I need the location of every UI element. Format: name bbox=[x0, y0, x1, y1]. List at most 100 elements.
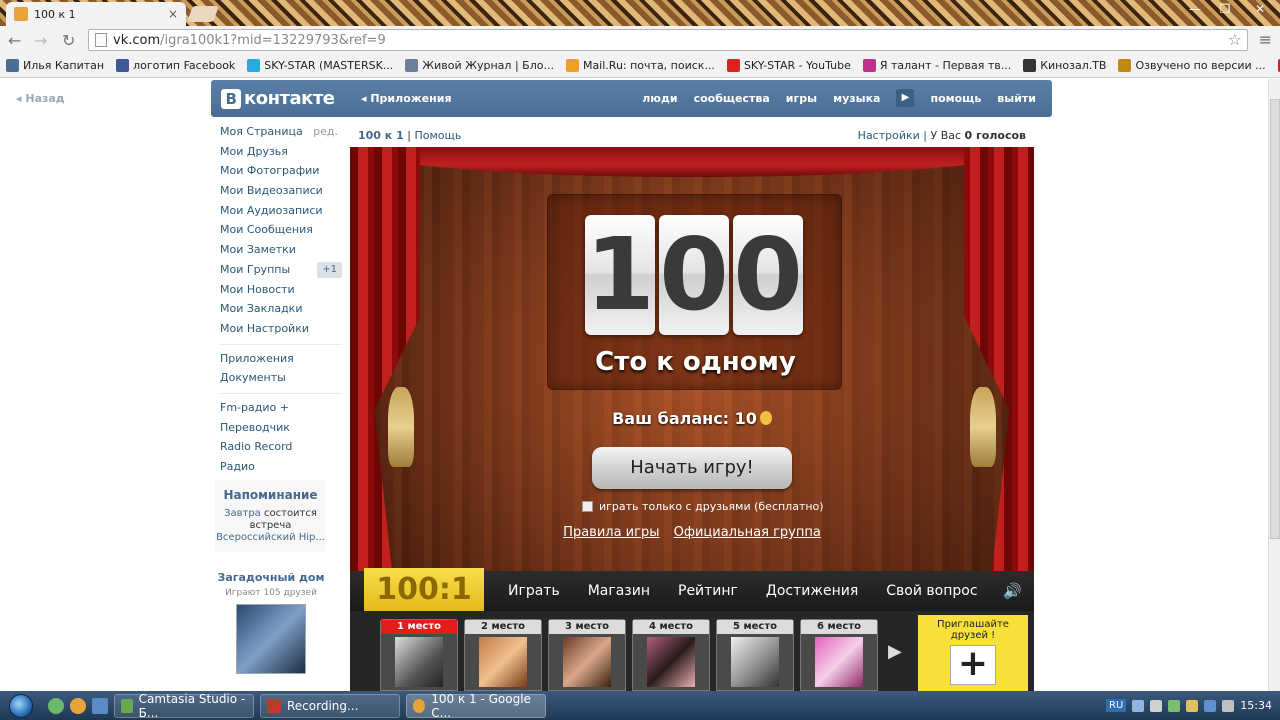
invite-friends[interactable]: Приглашайте друзей ! + bbox=[918, 615, 1028, 691]
start-game-button[interactable]: Начать игру! bbox=[592, 447, 792, 489]
nav-help[interactable]: помощь bbox=[930, 92, 981, 107]
leader-place[interactable]: 6 место bbox=[800, 619, 878, 691]
menu-videos[interactable]: Мои Видеозаписи bbox=[220, 183, 342, 203]
official-group-link[interactable]: Официальная группа bbox=[674, 525, 821, 540]
task-recording[interactable]: Recording... bbox=[260, 693, 400, 718]
bookmark-item[interactable]: логотип Facebook bbox=[116, 59, 235, 72]
rules-link[interactable]: Правила игры bbox=[563, 525, 659, 540]
desktop-icon[interactable] bbox=[92, 697, 108, 714]
menu-audio[interactable]: Мои Аудиозаписи bbox=[220, 203, 342, 223]
game-tab-own-question[interactable]: Свой вопрос bbox=[872, 583, 991, 599]
menu-wrench-icon[interactable]: ≡ bbox=[1259, 30, 1272, 49]
game-brand[interactable]: 100:1 bbox=[364, 568, 484, 612]
settings-link[interactable]: Настройки bbox=[858, 129, 920, 142]
menu-messages[interactable]: Мои Сообщения bbox=[220, 222, 342, 242]
tray-icon[interactable] bbox=[1150, 699, 1163, 712]
volume-icon[interactable] bbox=[1222, 699, 1235, 712]
tray-icon[interactable] bbox=[1132, 699, 1145, 712]
tray-icon[interactable] bbox=[1168, 699, 1181, 712]
game-tab-play[interactable]: Играть bbox=[494, 583, 574, 599]
back-link[interactable]: ◂ Назад bbox=[16, 92, 65, 105]
friends-only-checkbox[interactable] bbox=[582, 501, 593, 512]
browser-tab[interactable]: 100 к 1 × bbox=[6, 2, 186, 26]
nav-games[interactable]: игры bbox=[786, 92, 817, 107]
menu-radio[interactable]: Радио bbox=[220, 459, 342, 479]
promo-image[interactable] bbox=[236, 604, 306, 674]
leader-place[interactable]: 2 место bbox=[464, 619, 542, 691]
start-button[interactable] bbox=[0, 691, 42, 720]
game-tab-shop[interactable]: Магазин bbox=[574, 583, 664, 599]
quicklaunch-icon[interactable] bbox=[48, 697, 64, 714]
tab-title: 100 к 1 bbox=[34, 7, 76, 21]
apps-link[interactable]: ◂ Приложения bbox=[361, 92, 452, 105]
minimize-button[interactable]: — bbox=[1180, 0, 1210, 20]
bookmark-item[interactable]: SKY-STAR (MASTERSK... bbox=[247, 59, 393, 72]
leader-place[interactable]: 5 место bbox=[716, 619, 794, 691]
bookmark-item[interactable]: Я талант - Первая тв... bbox=[862, 59, 1011, 72]
menu-friends[interactable]: Мои Друзья bbox=[220, 144, 342, 164]
menu-news[interactable]: Мои Новости bbox=[220, 282, 342, 302]
page-scrollbar[interactable] bbox=[1268, 79, 1280, 691]
menu-radio-record[interactable]: Radio Record bbox=[220, 439, 342, 459]
chrome-icon[interactable] bbox=[70, 697, 86, 714]
menu-label: Моя Страница bbox=[220, 125, 303, 138]
system-tray: RU 15:34 bbox=[1106, 699, 1280, 712]
next-arrow-icon[interactable]: ▶ bbox=[888, 641, 902, 662]
bookmark-item[interactable]: Илья Капитан bbox=[6, 59, 104, 72]
reminder-text[interactable]: Завтра состоится встреча Всероссийский H… bbox=[215, 508, 326, 544]
menu-apps[interactable]: Приложения bbox=[220, 351, 342, 371]
reload-icon[interactable]: ↻ bbox=[62, 31, 75, 50]
tray-icon[interactable] bbox=[1186, 699, 1199, 712]
leader-place[interactable]: 1 место bbox=[380, 619, 458, 691]
task-camtasia[interactable]: Camtasia Studio - Б... bbox=[114, 692, 254, 720]
bookmark-item[interactable]: Озвучено по версии ... bbox=[1118, 59, 1266, 72]
add-friend-icon[interactable]: + bbox=[950, 645, 996, 685]
help-link[interactable]: Помощь bbox=[414, 129, 461, 142]
bookmark-star-icon[interactable]: ☆ bbox=[1228, 30, 1242, 49]
menu-docs[interactable]: Документы bbox=[220, 370, 342, 390]
menu-fm-radio[interactable]: Fm-радио + bbox=[220, 400, 342, 420]
maximize-button[interactable]: ❐ bbox=[1210, 0, 1240, 20]
game-tab-achievements[interactable]: Достижения bbox=[752, 583, 872, 599]
menu-my-page[interactable]: Моя Страница ред. bbox=[220, 124, 342, 144]
app-name[interactable]: 100 к 1 bbox=[358, 129, 404, 142]
bluetooth-icon[interactable] bbox=[1204, 699, 1217, 712]
scrollbar-thumb[interactable] bbox=[1270, 99, 1280, 539]
vk-logo[interactable]: В контакте bbox=[221, 88, 335, 109]
reminder-box: Напоминание Завтра состоится встреча Все… bbox=[215, 480, 326, 552]
task-chrome[interactable]: 100 к 1 - Google C... bbox=[406, 692, 546, 720]
new-tab-button[interactable] bbox=[187, 6, 219, 22]
nav-logout[interactable]: выйти bbox=[997, 92, 1036, 107]
tab-close-icon[interactable]: × bbox=[168, 7, 178, 21]
address-bar[interactable]: vk.com/igra100k1?mid=13229793&ref=9 bbox=[88, 29, 1248, 51]
nav-people[interactable]: люди bbox=[642, 92, 677, 107]
reminder-date: Завтра bbox=[224, 508, 261, 519]
web-page: ◂ Назад В контакте ◂ Приложения люди соо… bbox=[0, 79, 1268, 691]
sound-icon[interactable]: 🔊 bbox=[1003, 582, 1022, 600]
nav-music[interactable]: музыка bbox=[833, 92, 880, 107]
game-tab-rating[interactable]: Рейтинг bbox=[664, 583, 752, 599]
menu-groups[interactable]: Мои Группы +1 bbox=[220, 261, 342, 282]
bookmark-item[interactable]: Mail.Ru: почта, поиск... bbox=[565, 59, 715, 72]
back-arrow-icon[interactable]: ← bbox=[8, 31, 21, 50]
bookmark-item[interactable]: SKY-STAR - YouTube bbox=[726, 59, 851, 72]
leader-place[interactable]: 4 место bbox=[632, 619, 710, 691]
bookmark-item[interactable]: Кинозал.ТВ bbox=[1023, 59, 1106, 72]
play-icon[interactable]: ▶ bbox=[896, 89, 915, 107]
game-logo: 1 0 0 Сто к одному bbox=[547, 194, 842, 390]
menu-settings[interactable]: Мои Настройки bbox=[220, 321, 342, 341]
nav-communities[interactable]: сообщества bbox=[694, 92, 770, 107]
menu-photos[interactable]: Мои Фотографии bbox=[220, 163, 342, 183]
forward-arrow-icon[interactable]: → bbox=[34, 31, 47, 50]
close-window-button[interactable]: ✕ bbox=[1240, 0, 1280, 20]
back-label: Назад bbox=[25, 92, 65, 105]
menu-notes[interactable]: Мои Заметки bbox=[220, 242, 342, 262]
menu-bookmarks[interactable]: Мои Закладки bbox=[220, 301, 342, 321]
language-indicator[interactable]: RU bbox=[1106, 699, 1127, 712]
bookmark-item[interactable]: Живой Журнал | Бло... bbox=[405, 59, 554, 72]
game-promo[interactable]: Загадочный дом Играют 105 друзей bbox=[216, 571, 326, 674]
edit-link[interactable]: ред. bbox=[313, 124, 338, 140]
menu-translator[interactable]: Переводчик bbox=[220, 420, 342, 440]
leader-place[interactable]: 3 место bbox=[548, 619, 626, 691]
friends-only-option[interactable]: играть только с друзьями (бесплатно) bbox=[582, 500, 824, 513]
